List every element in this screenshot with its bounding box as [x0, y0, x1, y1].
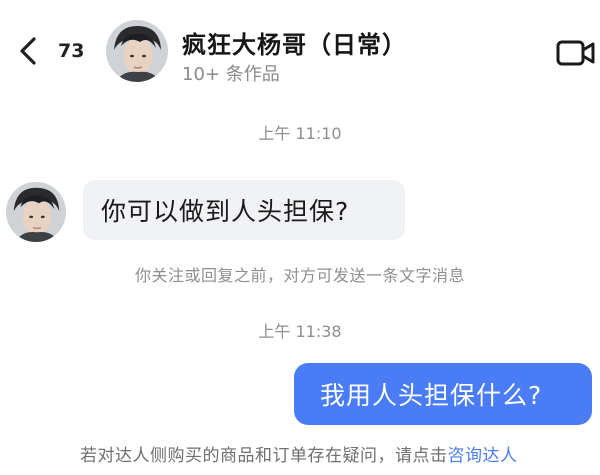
consult-notice: 若对达人侧购买的商品和订单存在疑问，请点击咨询达人: [80, 441, 600, 466]
chevron-left-icon: [20, 37, 36, 65]
video-camera-icon: [556, 40, 595, 66]
works-count[interactable]: 10+ 条作品: [182, 60, 280, 86]
consult-creator-link[interactable]: 咨询达人: [448, 446, 518, 466]
back-button[interactable]: [10, 33, 46, 69]
message-timestamp: 上午 11:10: [258, 124, 342, 143]
system-notice: 你关注或回复之前，对方可发送一条文字消息: [134, 266, 465, 285]
incoming-message-bubble[interactable]: 你可以做到人头担保?: [83, 180, 405, 240]
unread-count-badge: 73: [58, 40, 85, 62]
contact-name[interactable]: 疯狂大杨哥（日常）: [182, 25, 407, 60]
contact-avatar[interactable]: [106, 20, 168, 82]
video-call-button[interactable]: [555, 36, 597, 70]
outgoing-message-bubble[interactable]: 我用人头担保什么?: [294, 363, 592, 425]
message-timestamp: 上午 11:38: [258, 322, 342, 341]
sender-avatar[interactable]: [6, 182, 66, 242]
consult-notice-text: 若对达人侧购买的商品和订单存在疑问，请点击: [80, 446, 448, 466]
chat-header: 73 疯狂大杨哥（日常） 10+ 条作品: [0, 0, 600, 100]
